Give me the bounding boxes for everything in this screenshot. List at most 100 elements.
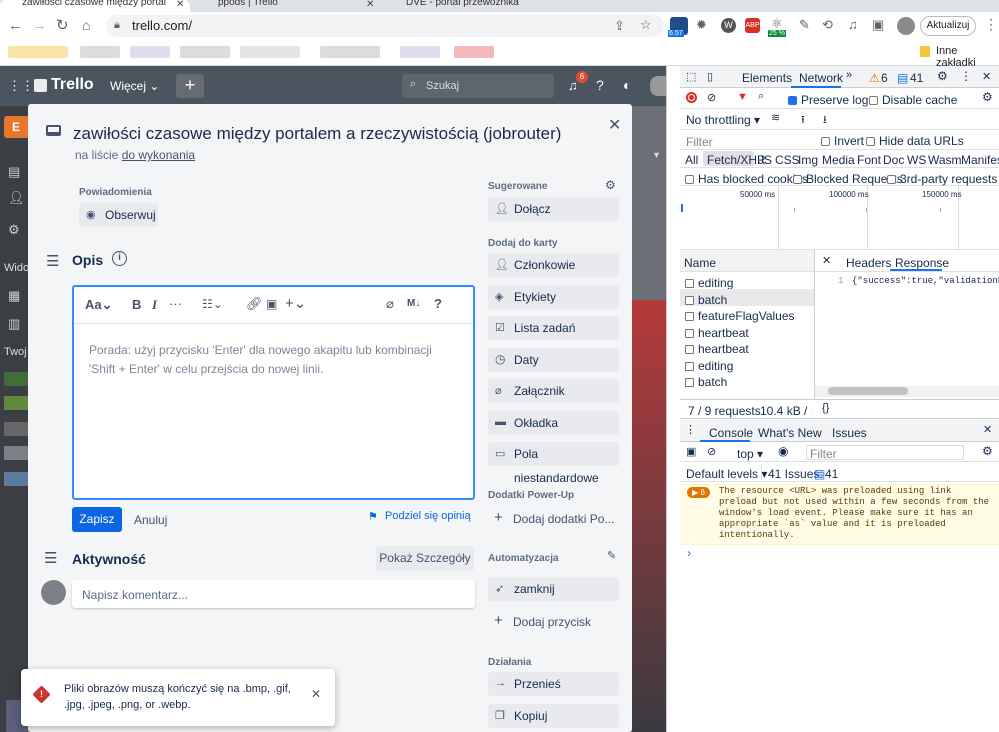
tab-issues[interactable]: Issues [832,426,867,440]
trello-logo[interactable]: Trello [51,76,94,94]
request-name[interactable]: editing [685,276,733,290]
close-modal-icon[interactable]: ✕ [608,115,621,135]
calendar-view-icon[interactable]: ▥ [8,316,20,332]
checkbox[interactable] [869,96,878,106]
toast-close-icon[interactable]: ✕ [311,687,321,701]
console-prompt[interactable]: › [687,546,691,560]
home-icon[interactable]: ⌂ [82,17,90,33]
wp-extension-icon[interactable]: W [721,18,736,33]
drawer-close-icon[interactable]: ✕ [983,423,992,436]
tab-network[interactable]: Network [799,71,843,85]
type-filter-css[interactable]: CSS [775,153,800,167]
help-icon[interactable]: ? [434,296,442,311]
browser-tab[interactable]: ppods | Trello [196,0,376,12]
tab-close-icon[interactable]: ✕ [176,0,184,10]
workspace-logo[interactable]: E [4,116,28,138]
more-formatting-icon[interactable]: ··· [169,296,182,311]
type-filter-img[interactable]: Img [798,153,818,167]
add-button[interactable]: Dodaj przycisk [513,615,591,629]
members-icon[interactable]: 👤︎ [8,190,25,206]
profile-avatar[interactable] [897,17,915,35]
bookmark-item[interactable] [454,46,494,58]
copy-button[interactable]: Kopiuj [488,704,619,728]
devtools-close-icon[interactable]: ✕ [982,70,991,83]
context-select[interactable]: top ▾ [737,447,763,461]
issues-count[interactable]: 41 [825,467,838,481]
has-blocked-cookies-checkbox[interactable]: Has blocked cookies [685,172,808,186]
move-button[interactable]: Przenieś [488,672,619,696]
throttling-select[interactable]: No throttling ▾ [686,113,760,127]
adblock-icon[interactable]: ABP [745,18,760,33]
board-thumbnail[interactable] [4,446,28,460]
disable-cache-checkbox[interactable]: Disable cache [869,93,957,107]
request-name[interactable]: batch [685,293,727,307]
board-thumbnail[interactable] [4,472,28,486]
cover-button[interactable]: Okładka [488,411,619,435]
tab-elements[interactable]: Elements [742,71,792,85]
board-thumbnail[interactable] [4,396,28,410]
third-party-checkbox[interactable]: 3rd-party requests [887,172,997,186]
menu-kebab-icon[interactable]: ⋮ [984,16,998,33]
text-style-dropdown[interactable]: Aa⌄ [85,297,113,313]
network-conditions-icon[interactable]: ≋ [771,111,780,124]
suggested-settings-icon[interactable]: ⚙ [605,178,616,192]
help-icon[interactable]: ? [596,77,604,93]
invert-checkbox[interactable]: Invert [821,134,864,148]
eyedropper-icon[interactable]: ✎ [799,17,810,33]
board-thumbnail[interactable] [4,422,28,436]
name-header[interactable]: Name [684,256,716,270]
live-expression-icon[interactable]: ◉ [778,444,788,458]
gear-extension-icon[interactable]: ✹ [696,17,707,33]
create-button[interactable]: + [176,74,204,98]
device-toolbar-icon[interactable]: ▯ [707,70,713,83]
forward-icon[interactable]: → [32,17,47,34]
request-name[interactable]: heartbeat [685,342,749,356]
list-menu-icon[interactable]: ▾ [654,150,659,161]
checkbox[interactable] [887,175,896,185]
clear-icon[interactable]: ⊘ [707,91,716,104]
member-avatar[interactable] [650,76,666,96]
search-icon[interactable]: ⌕ [758,90,764,103]
checklist-button[interactable]: Lista zadań [488,316,619,340]
type-filter-fetch-xhr[interactable]: Fetch/XHR [707,153,766,167]
hide-data-urls-checkbox[interactable]: Hide data URLs [866,134,964,148]
request-name[interactable]: heartbeat [685,326,749,340]
drawer-menu-icon[interactable]: ⋮ [685,423,696,436]
insert-icon[interactable]: +⌄ [285,294,306,312]
browser-tab-active[interactable]: zawiłości czasowe między portal [0,0,190,12]
tab-headers[interactable]: Headers [846,256,891,270]
type-filter-doc[interactable]: Doc [883,153,904,167]
export-har-icon[interactable]: ⭳ [823,111,827,130]
board-thumbnail[interactable] [4,372,28,386]
bookmark-item[interactable] [130,46,170,58]
card-title[interactable]: zawiłości czasowe między portalem a rzec… [73,124,561,144]
media-controls-icon[interactable]: ♫ [848,17,858,32]
side-panel-icon[interactable]: ▣ [872,17,884,33]
link-icon[interactable]: 🔗︎ [246,296,263,312]
type-filter-font[interactable]: Font [857,153,881,167]
tab-whats-new[interactable]: What's New [758,426,822,440]
list-link[interactable]: do wykonania [122,148,195,162]
filter-icon[interactable]: ▼ [737,91,748,103]
settings-icon[interactable]: ⚙ [8,222,20,238]
inspect-icon[interactable]: ⬚ [686,70,696,83]
message-count[interactable]: 41 [910,71,923,85]
type-filter-media[interactable]: Media [822,153,855,167]
console-settings-icon[interactable]: ⚙ [982,444,993,458]
response-body[interactable]: {"success":true,"validationErr [852,276,999,286]
warning-icon[interactable]: ⚠ [869,71,880,85]
bookmark-item[interactable] [320,46,380,58]
tab-response[interactable]: Response [895,256,949,270]
request-name[interactable]: editing [685,359,733,373]
type-filter-manifest[interactable]: Manifest [961,153,999,167]
attachment-icon[interactable]: ⌀ [386,296,394,312]
import-har-icon[interactable]: ⭱ [801,111,805,130]
boards-icon[interactable]: ▤ [8,164,20,180]
type-filter-js[interactable]: JS [758,153,772,167]
bookmark-star-icon[interactable]: ☆ [640,17,652,33]
message-icon[interactable]: ▤ [897,71,908,85]
checkbox-checked[interactable] [788,96,797,106]
theme-icon[interactable]: ◐ [623,77,631,93]
bookmark-item[interactable] [80,46,120,58]
info-icon[interactable]: i [112,251,127,266]
